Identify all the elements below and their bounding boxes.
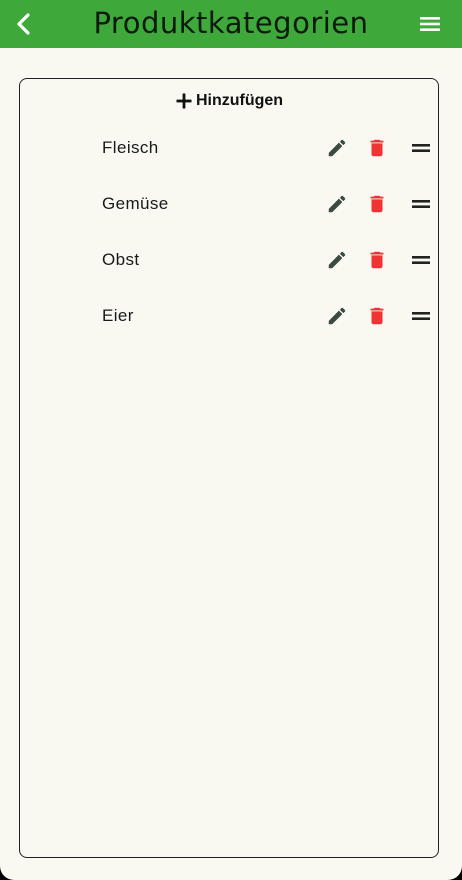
hamburger-menu-icon [420, 17, 440, 31]
add-button-label: Hinzufügen [195, 92, 284, 109]
category-label: Eier [102, 306, 134, 325]
list-item[interactable]: Obst [20, 232, 438, 288]
plus-icon [176, 93, 192, 109]
screen: Produktkategorien Hinzufügen Fleisch Gem… [0, 0, 462, 880]
drag-handle[interactable] [407, 246, 435, 274]
list-item[interactable]: Eier [20, 288, 438, 344]
category-card: Hinzufügen Fleisch Gemüse Obst Eier [19, 78, 439, 858]
menu-button[interactable] [410, 8, 450, 40]
trash-icon [370, 251, 384, 269]
edit-button[interactable] [323, 246, 351, 274]
edit-button[interactable] [323, 134, 351, 162]
delete-button[interactable] [363, 246, 391, 274]
list-item[interactable]: Fleisch [20, 120, 438, 176]
add-category-button[interactable]: Hinzufügen [20, 89, 438, 113]
drag-handle[interactable] [407, 190, 435, 218]
category-label: Obst [102, 250, 140, 269]
pencil-icon [328, 139, 346, 157]
page-title: Produktkategorien [93, 6, 369, 40]
edit-button[interactable] [323, 190, 351, 218]
drag-handle[interactable] [407, 134, 435, 162]
app-bar: Produktkategorien [0, 0, 462, 48]
drag-handle-icon [412, 144, 430, 152]
list-item[interactable]: Gemüse [20, 176, 438, 232]
edit-button[interactable] [323, 302, 351, 330]
back-button[interactable] [6, 6, 42, 42]
trash-icon [370, 195, 384, 213]
drag-handle[interactable] [407, 302, 435, 330]
pencil-icon [328, 251, 346, 269]
delete-button[interactable] [363, 134, 391, 162]
pencil-icon [328, 195, 346, 213]
trash-icon [370, 307, 384, 325]
category-label: Gemüse [102, 194, 169, 213]
drag-handle-icon [412, 312, 430, 320]
trash-icon [370, 139, 384, 157]
drag-handle-icon [412, 200, 430, 208]
chevron-left-icon [17, 13, 30, 35]
delete-button[interactable] [363, 302, 391, 330]
delete-button[interactable] [363, 190, 391, 218]
category-label: Fleisch [102, 138, 159, 157]
drag-handle-icon [412, 256, 430, 264]
category-list: Fleisch Gemüse Obst Eier [20, 120, 438, 344]
pencil-icon [328, 307, 346, 325]
